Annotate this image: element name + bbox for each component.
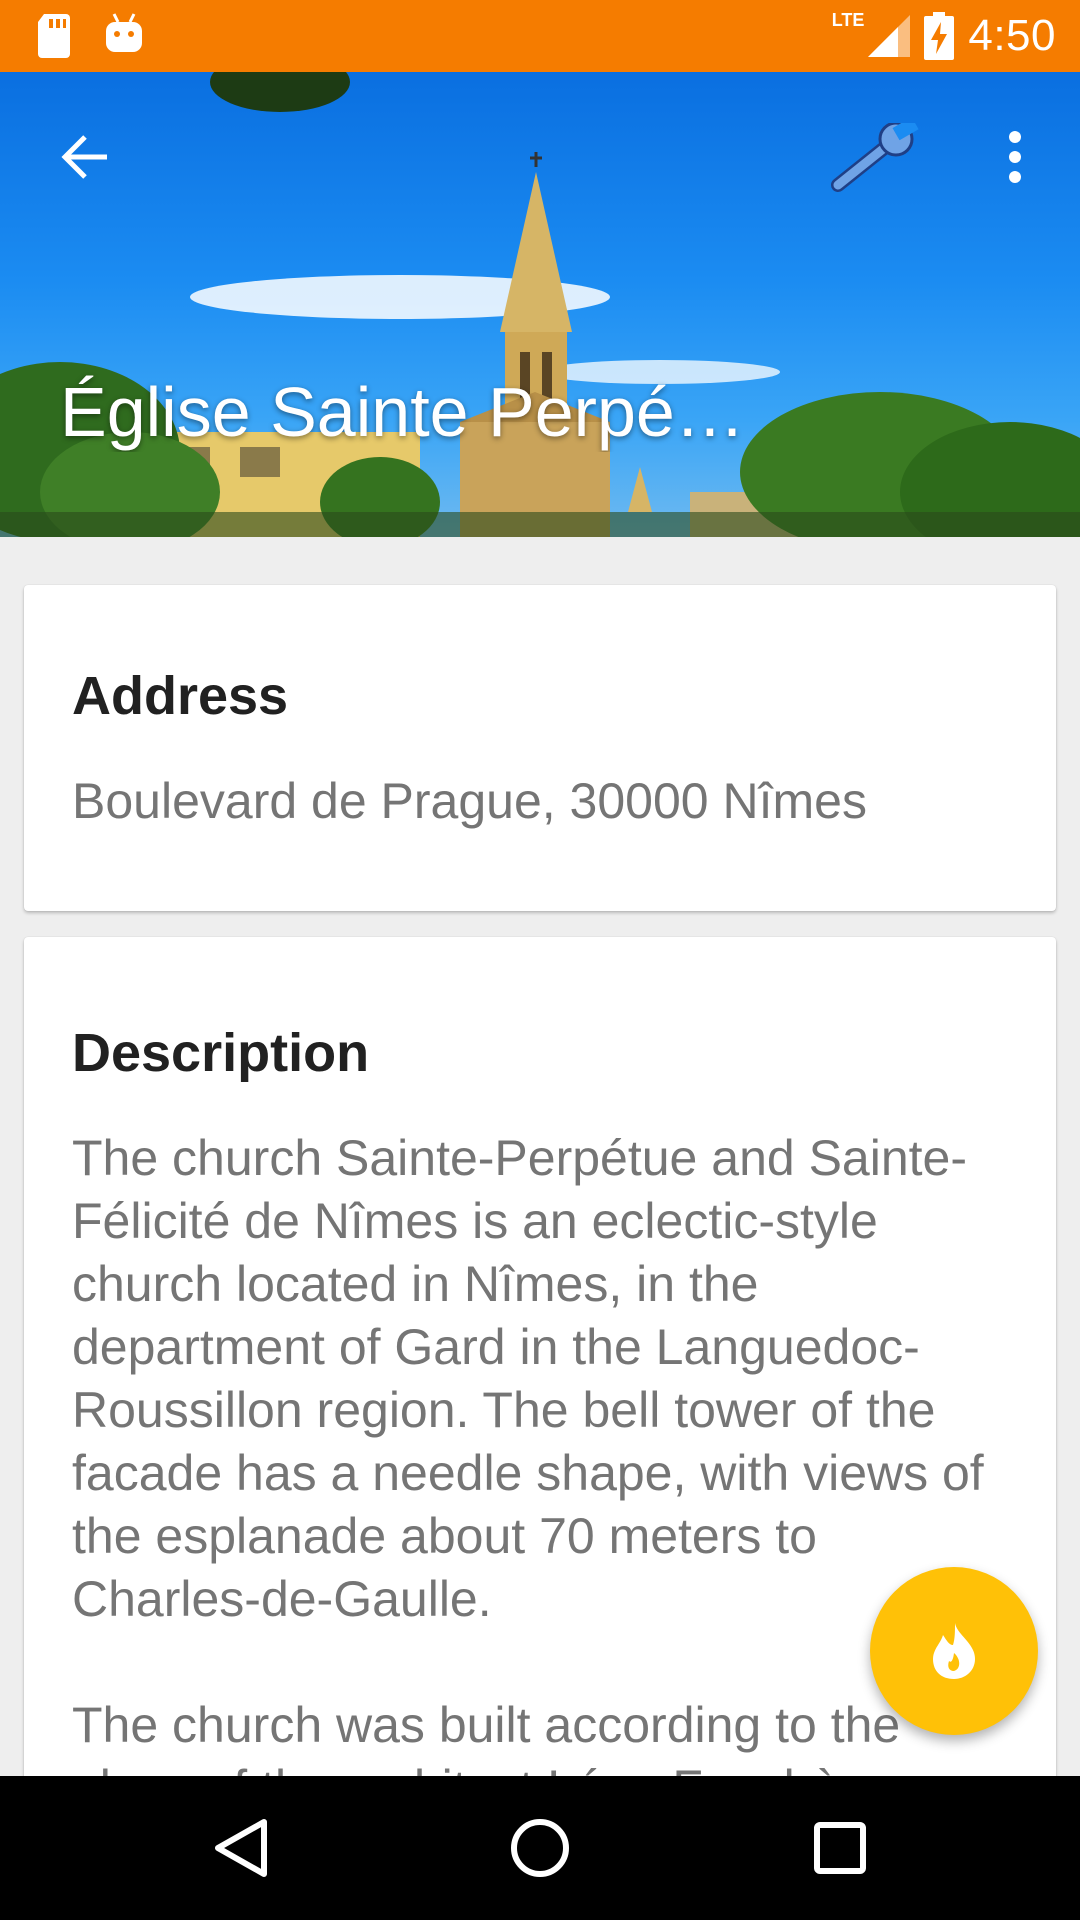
settings-wrench-button[interactable] <box>820 108 930 208</box>
address-heading: Address <box>72 666 289 726</box>
description-heading: Description <box>72 1023 370 1083</box>
nav-back-button[interactable] <box>190 1798 290 1898</box>
status-bar: LTE 4:50 <box>0 0 1080 72</box>
address-text: Boulevard de Prague, 30000 Nîmes <box>72 773 867 829</box>
back-button[interactable] <box>40 112 130 202</box>
nav-home-button[interactable] <box>490 1798 590 1898</box>
back-arrow-icon <box>61 135 107 179</box>
android-icon <box>106 13 142 52</box>
navigation-bar <box>0 1776 1080 1920</box>
nav-recent-icon <box>814 1822 866 1874</box>
clock: 4:50 <box>968 11 1056 60</box>
nav-home-icon <box>511 1819 569 1877</box>
page-title: Église Sainte Perpétue et Sainte Félicit… <box>60 373 760 451</box>
nav-recent-button[interactable] <box>790 1798 890 1898</box>
nav-back-icon <box>215 1819 267 1877</box>
header-image: Église Sainte Perpétue et Sainte Félicit… <box>0 72 1080 537</box>
more-vert-icon <box>1009 131 1021 183</box>
wrench-icon <box>831 123 919 192</box>
sd-card-icon <box>38 14 70 58</box>
flame-icon <box>933 1623 975 1679</box>
battery-charging-icon <box>924 12 955 60</box>
fab-button[interactable] <box>870 1567 1038 1735</box>
lte-signal-icon <box>868 15 911 57</box>
more-options-button[interactable] <box>975 112 1055 202</box>
address-card: Address Boulevard de Prague, 30000 Nîmes <box>24 585 1056 911</box>
network-type: LTE <box>831 9 865 30</box>
description-paragraph: The church Sainte-Perpétue and Sainte-Fé… <box>72 1130 984 1627</box>
description-paragraph: The church was built according to the pl… <box>72 1697 901 1777</box>
